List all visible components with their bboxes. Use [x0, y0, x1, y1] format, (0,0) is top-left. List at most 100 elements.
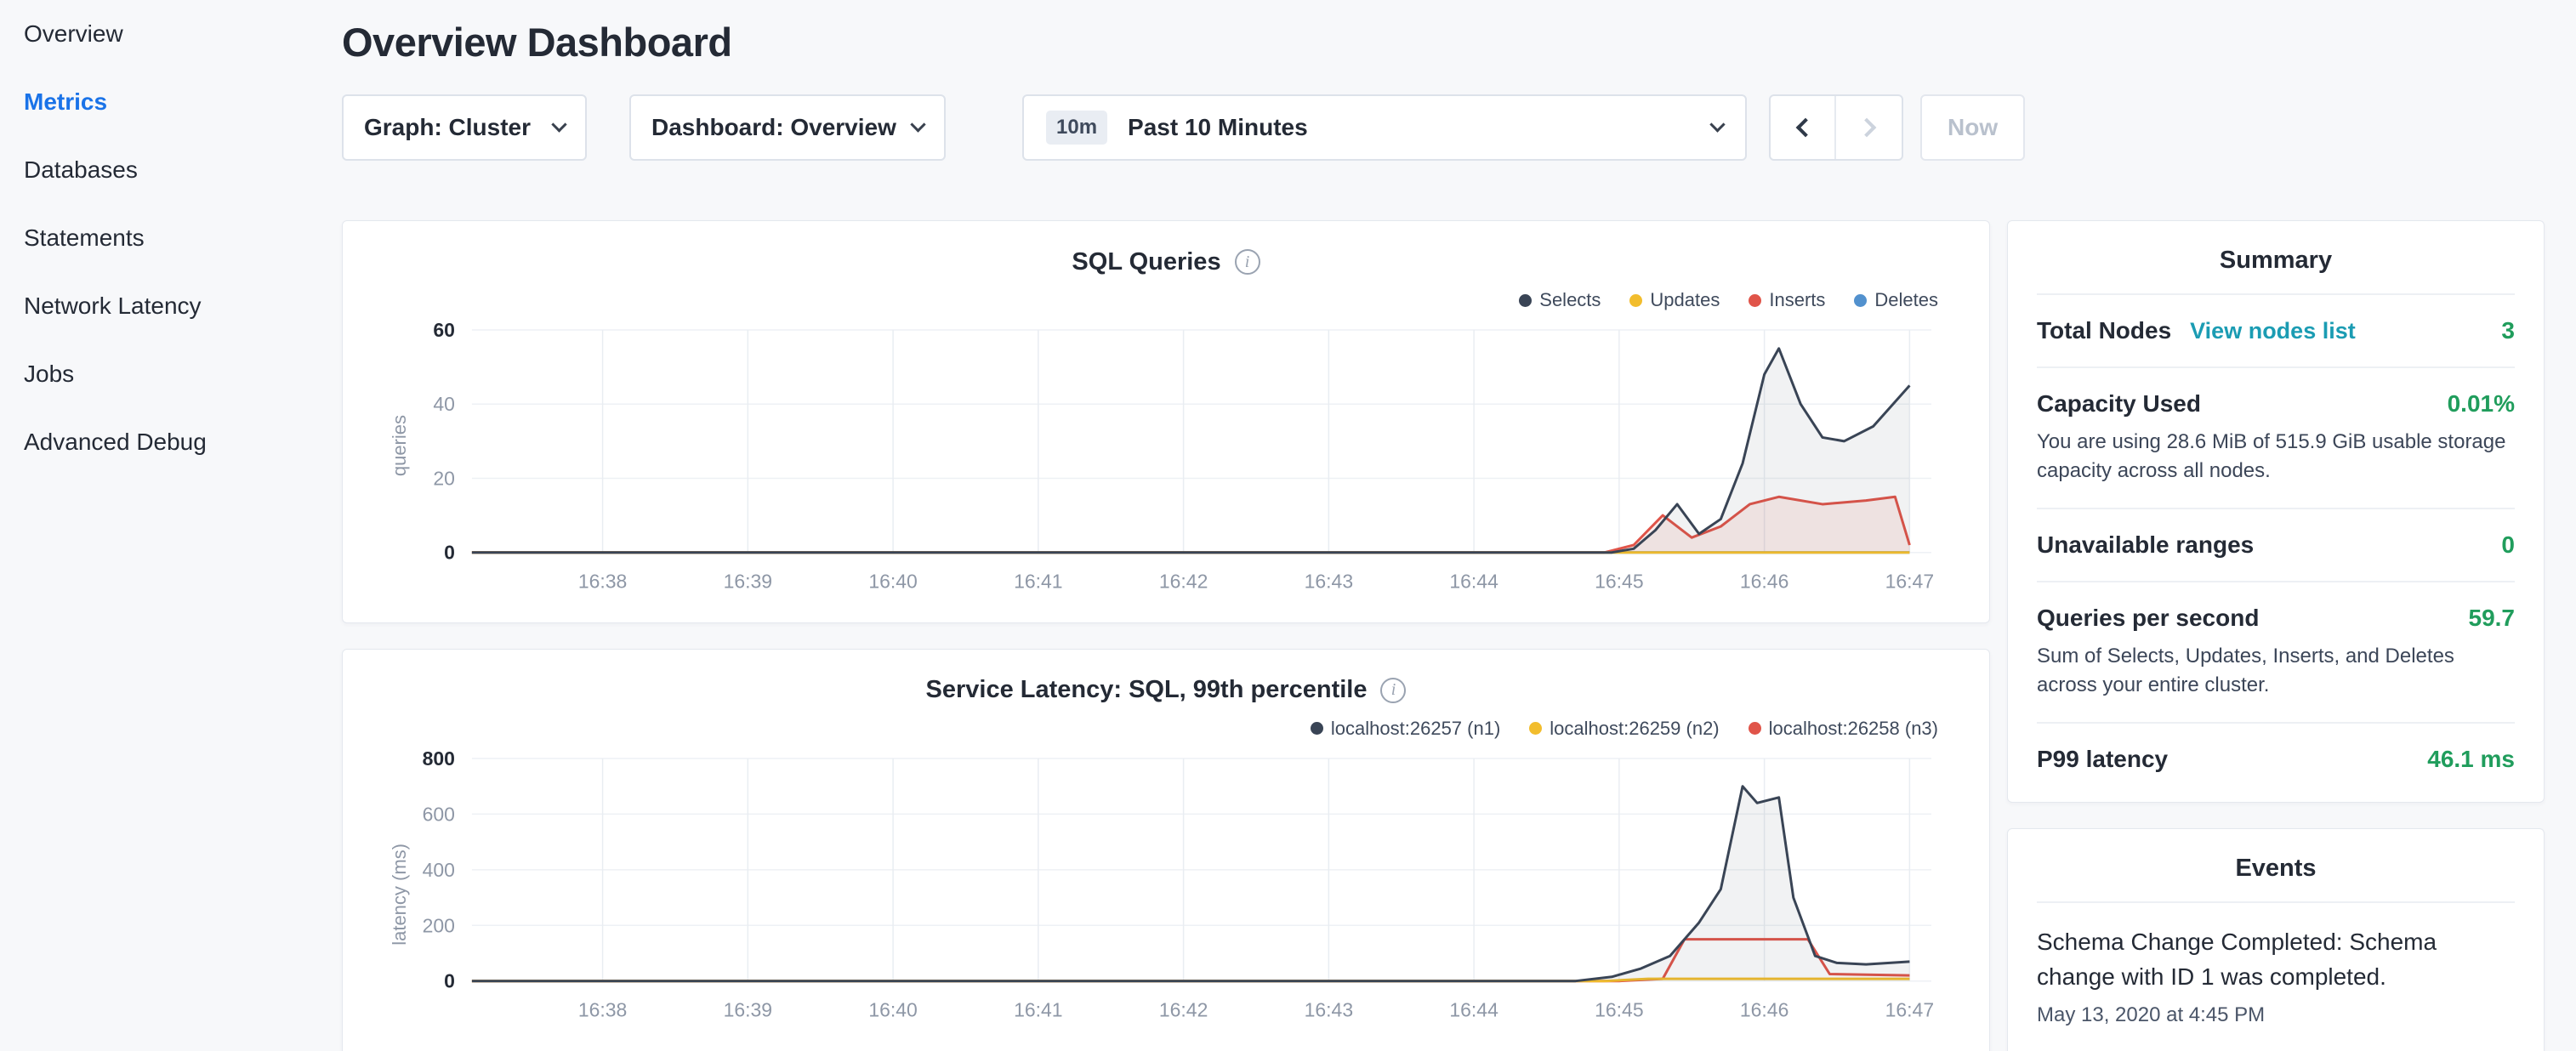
- svg-text:60: 60: [433, 319, 455, 341]
- legend-item: Inserts: [1749, 287, 1825, 313]
- legend-dot-icon: [1749, 722, 1761, 735]
- legend-item: localhost:26258 (n3): [1749, 716, 1938, 741]
- event-timestamp: May 13, 2020 at 4:45 PM: [2037, 1003, 2515, 1027]
- chart-title: Service Latency: SQL, 99th percentile: [926, 676, 1368, 704]
- event-item: Schema Change Completed: Schema change w…: [2037, 903, 2515, 1026]
- sidebar-item-metrics[interactable]: Metrics: [0, 68, 342, 136]
- plot-area: queries 16:3816:3916:4016:4116:4216:4316…: [377, 318, 1955, 604]
- summary-label: Queries per second: [2037, 605, 2259, 632]
- service-latency-chart-card: Service Latency: SQL, 99th percentile i …: [342, 649, 1990, 1051]
- svg-text:600: 600: [423, 803, 455, 825]
- sql-queries-plot: 16:3816:3916:4016:4116:4216:4316:4416:45…: [377, 318, 1955, 604]
- legend-dot-icon: [1749, 294, 1761, 307]
- legend-dot-icon: [1311, 722, 1323, 735]
- summary-row-queries-per-second: Queries per second 59.7 Sum of Selects, …: [2037, 582, 2515, 724]
- events-title: Events: [2037, 829, 2515, 903]
- info-icon[interactable]: i: [1380, 678, 1406, 703]
- summary-title: Summary: [2037, 221, 2515, 295]
- svg-text:16:46: 16:46: [1740, 571, 1788, 593]
- events-panel: Events Schema Change Completed: Schema c…: [2007, 828, 2545, 1051]
- sidebar-item-overview[interactable]: Overview: [0, 0, 342, 68]
- legend-dot-icon: [1519, 294, 1532, 307]
- legend-item: Deletes: [1854, 287, 1938, 313]
- chart-title-row: SQL Queries i: [377, 243, 1955, 281]
- summary-label: Unavailable ranges: [2037, 531, 2254, 559]
- summary-description: Sum of Selects, Updates, Inserts, and De…: [2037, 642, 2515, 700]
- graph-dropdown[interactable]: Graph: Cluster: [342, 94, 587, 161]
- summary-label: Capacity Used: [2037, 390, 2201, 418]
- svg-text:16:47: 16:47: [1885, 998, 1934, 1020]
- summary-panel: Summary Total Nodes View nodes list 3 Ca…: [2007, 220, 2545, 803]
- legend-dot-icon: [1629, 294, 1642, 307]
- time-range-label: Past 10 Minutes: [1128, 114, 1308, 141]
- summary-row-p99-latency: P99 latency 46.1 ms: [2037, 724, 2515, 795]
- summary-value: 0.01%: [2448, 390, 2515, 418]
- view-nodes-list-link[interactable]: View nodes list: [2190, 318, 2356, 344]
- sidebar-item-network-latency[interactable]: Network Latency: [0, 272, 342, 340]
- chevron-down-icon: [551, 116, 566, 132]
- y-axis-label: queries: [389, 415, 411, 476]
- legend-item: localhost:26257 (n1): [1311, 716, 1500, 741]
- summary-description: You are using 28.6 MiB of 515.9 GiB usab…: [2037, 428, 2515, 486]
- page-title: Overview Dashboard: [342, 19, 2545, 65]
- legend-dot-icon: [1529, 722, 1542, 735]
- legend-dot-icon: [1854, 294, 1867, 307]
- charts-column: SQL Queries i Selects Updates Inserts Delet…: [342, 220, 1990, 1051]
- summary-value: 3: [2501, 317, 2515, 344]
- dashboard-dropdown[interactable]: Dashboard: Overview: [629, 94, 946, 161]
- time-range-badge: 10m: [1046, 111, 1107, 145]
- chevron-left-icon: [1795, 118, 1815, 138]
- svg-text:16:44: 16:44: [1449, 998, 1498, 1020]
- chart-legend: Selects Updates Inserts Deletes: [377, 287, 1938, 313]
- svg-text:16:45: 16:45: [1595, 571, 1643, 593]
- svg-text:20: 20: [433, 467, 455, 489]
- svg-text:16:40: 16:40: [868, 571, 917, 593]
- svg-text:16:43: 16:43: [1305, 998, 1353, 1020]
- dashboard-dropdown-label: Dashboard: Overview: [651, 114, 896, 141]
- chevron-down-icon: [910, 116, 925, 132]
- svg-text:16:40: 16:40: [868, 998, 917, 1020]
- sidebar-item-jobs[interactable]: Jobs: [0, 340, 342, 408]
- legend-item: Selects: [1519, 287, 1601, 313]
- sql-queries-chart-card: SQL Queries i Selects Updates Inserts Delet…: [342, 220, 1990, 623]
- summary-row-unavailable-ranges: Unavailable ranges 0: [2037, 509, 2515, 582]
- svg-text:16:38: 16:38: [578, 998, 627, 1020]
- svg-text:200: 200: [423, 914, 455, 936]
- legend-item: localhost:26259 (n2): [1529, 716, 1719, 741]
- chevron-right-icon: [1857, 118, 1876, 138]
- summary-label: P99 latency: [2037, 746, 2168, 773]
- sidebar-item-statements[interactable]: Statements: [0, 204, 342, 272]
- summary-row-total-nodes: Total Nodes View nodes list 3: [2037, 295, 2515, 368]
- time-back-button[interactable]: [1771, 96, 1836, 159]
- svg-text:40: 40: [433, 393, 455, 415]
- now-button[interactable]: Now: [1920, 94, 2025, 161]
- plot-area: latency (ms) 16:3816:3916:4016:4116:4216…: [377, 747, 1955, 1032]
- info-icon[interactable]: i: [1235, 249, 1260, 275]
- summary-row-capacity-used: Capacity Used 0.01% You are using 28.6 M…: [2037, 368, 2515, 509]
- legend-item: Updates: [1629, 287, 1720, 313]
- svg-text:16:42: 16:42: [1159, 998, 1208, 1020]
- svg-text:16:44: 16:44: [1449, 571, 1498, 593]
- summary-label: Total Nodes: [2037, 317, 2171, 344]
- svg-text:16:38: 16:38: [578, 571, 627, 593]
- event-text: Schema Change Completed: Schema change w…: [2037, 925, 2515, 994]
- sidebar-item-advanced-debug[interactable]: Advanced Debug: [0, 408, 342, 476]
- time-range-selector[interactable]: 10m Past 10 Minutes: [1022, 94, 1747, 161]
- chevron-down-icon: [1709, 116, 1725, 132]
- svg-text:400: 400: [423, 858, 455, 880]
- svg-text:16:43: 16:43: [1305, 571, 1353, 593]
- svg-text:16:46: 16:46: [1740, 998, 1788, 1020]
- summary-value: 0: [2501, 531, 2515, 559]
- time-forward-button[interactable]: [1836, 96, 1902, 159]
- chart-title-row: Service Latency: SQL, 99th percentile i: [377, 672, 1955, 709]
- toolbar: Graph: Cluster Dashboard: Overview 10m P…: [342, 94, 2545, 161]
- service-latency-plot: 16:3816:3916:4016:4116:4216:4316:4416:45…: [377, 747, 1955, 1032]
- right-sidebar: Summary Total Nodes View nodes list 3 Ca…: [2007, 220, 2545, 1051]
- time-nav-group: [1769, 94, 1903, 161]
- sidebar-item-databases[interactable]: Databases: [0, 136, 342, 204]
- chart-legend: localhost:26257 (n1) localhost:26259 (n2)…: [377, 716, 1938, 741]
- y-axis-label: latency (ms): [389, 844, 411, 946]
- svg-text:16:39: 16:39: [724, 998, 772, 1020]
- app-root: Overview Metrics Databases Statements Ne…: [0, 0, 2576, 1051]
- svg-text:16:42: 16:42: [1159, 571, 1208, 593]
